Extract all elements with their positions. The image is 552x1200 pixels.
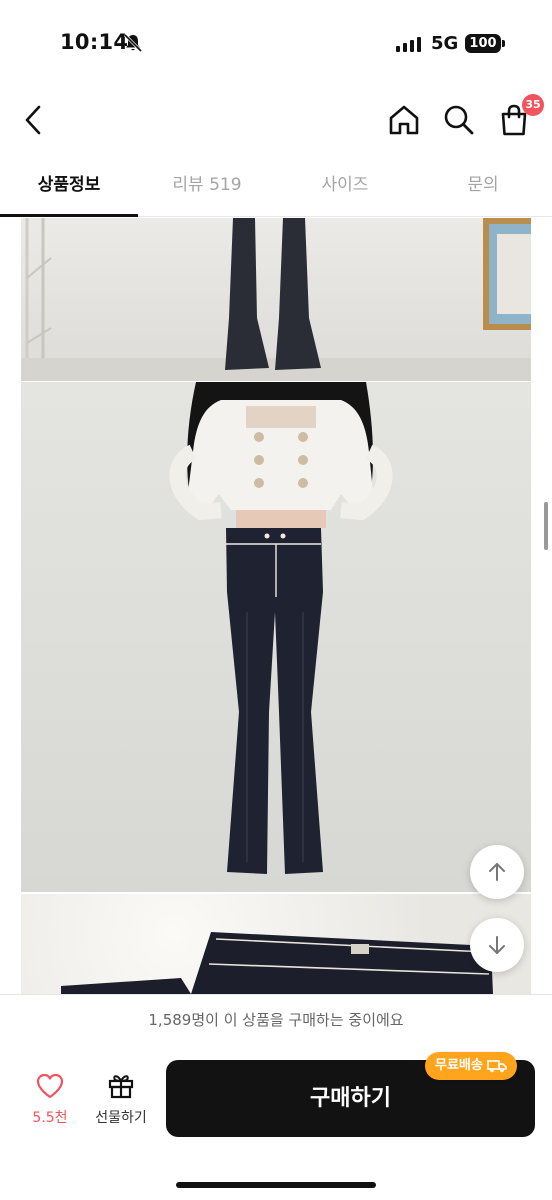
scroll-indicator[interactable] bbox=[544, 502, 548, 550]
arrow-up-icon bbox=[489, 863, 505, 881]
signal-icon bbox=[396, 36, 421, 52]
product-photo-model bbox=[169, 382, 393, 874]
cart-button[interactable]: 35 bbox=[492, 94, 544, 142]
home-button[interactable] bbox=[382, 98, 426, 142]
battery-nub bbox=[502, 40, 505, 47]
gift-icon bbox=[108, 1075, 134, 1099]
home-icon bbox=[389, 105, 419, 135]
scroll-down-button[interactable] bbox=[470, 918, 524, 972]
gift-label: 선물하기 bbox=[95, 1110, 147, 1126]
product-tabs: 상품정보 리뷰 519 사이즈 문의 bbox=[0, 160, 552, 217]
truck-icon bbox=[487, 1060, 507, 1073]
product-image-1 bbox=[21, 218, 531, 381]
free-shipping-label: 무료배송 bbox=[435, 1058, 483, 1073]
home-indicator bbox=[176, 1182, 376, 1188]
bottom-action-bar: 5.5천 선물하기 구매하기 무료배송 bbox=[0, 1045, 552, 1200]
back-button[interactable] bbox=[12, 98, 56, 142]
status-time: 10:14 bbox=[60, 30, 129, 54]
search-button[interactable] bbox=[437, 98, 481, 142]
product-photo-folded-jeans bbox=[61, 932, 493, 994]
battery-icon: 100 bbox=[465, 34, 501, 53]
purchase-notice: 1,589명이 이 상품을 구매하는 중이에요 bbox=[0, 994, 552, 1046]
cart-count-badge: 35 bbox=[522, 94, 544, 116]
status-bar: 10:14 5G 100 bbox=[0, 0, 552, 88]
bell-muted-icon bbox=[123, 33, 143, 53]
battery-level: 100 bbox=[469, 36, 497, 51]
free-shipping-badge: 무료배송 bbox=[425, 1052, 517, 1080]
tab-size[interactable]: 사이즈 bbox=[276, 160, 414, 216]
tab-inquiry[interactable]: 문의 bbox=[414, 160, 552, 216]
product-image-3 bbox=[21, 894, 531, 994]
like-count: 5.5천 bbox=[32, 1110, 68, 1126]
product-photo-legs bbox=[21, 218, 531, 381]
network-type: 5G bbox=[431, 33, 459, 54]
search-icon bbox=[444, 105, 474, 135]
heart-icon bbox=[36, 1073, 64, 1099]
chevron-left-icon bbox=[25, 105, 41, 135]
arrow-down-icon bbox=[489, 936, 505, 954]
top-nav-bar: 35 bbox=[0, 88, 552, 154]
gift-button[interactable]: 선물하기 bbox=[86, 1071, 156, 1127]
tab-reviews[interactable]: 리뷰 519 bbox=[138, 160, 276, 216]
product-image-2 bbox=[21, 382, 531, 892]
tab-product-info[interactable]: 상품정보 bbox=[0, 160, 138, 217]
scroll-up-button[interactable] bbox=[470, 845, 524, 899]
like-button[interactable]: 5.5천 bbox=[22, 1073, 78, 1127]
